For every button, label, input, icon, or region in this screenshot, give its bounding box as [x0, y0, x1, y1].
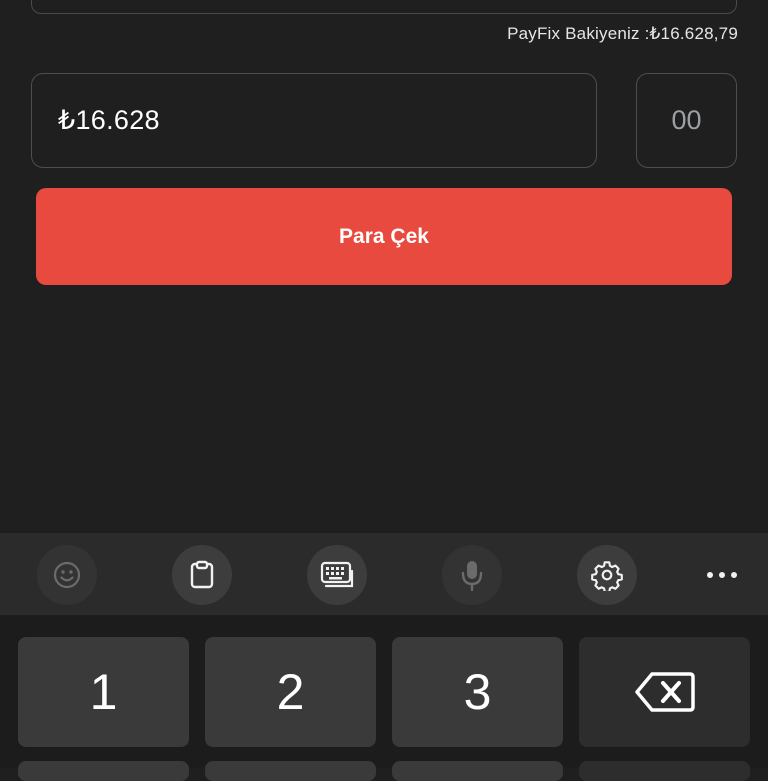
payfix-balance-label: PayFix Bakiyeniz :₺16.628,79 [507, 24, 738, 43]
key-row-2-partial[interactable] [392, 761, 563, 781]
keyboard-toolbar [0, 533, 768, 615]
key-row-2-partial[interactable] [579, 761, 750, 781]
cents-input[interactable]: 00 [636, 73, 737, 168]
numeric-keyboard: 1 2 3 [0, 615, 768, 781]
key-1[interactable]: 1 [18, 637, 189, 747]
emoji-icon[interactable] [37, 545, 97, 605]
key-row-2-partial[interactable] [205, 761, 376, 781]
withdraw-button[interactable]: Para Çek [36, 188, 732, 285]
backspace-icon [634, 672, 695, 712]
cents-value: 00 [671, 105, 702, 135]
more-icon[interactable] [692, 545, 752, 605]
key-row-2-partial[interactable] [18, 761, 189, 781]
amount-input[interactable]: ₺16.628 [31, 73, 597, 168]
amount-value: ₺16.628 [58, 105, 160, 135]
key-3[interactable]: 3 [392, 637, 563, 747]
microphone-icon[interactable] [442, 545, 502, 605]
key-2[interactable]: 2 [205, 637, 376, 747]
backspace-key[interactable] [579, 637, 750, 747]
keyboard-layout-icon[interactable] [307, 545, 367, 605]
clipboard-icon[interactable] [172, 545, 232, 605]
settings-icon[interactable] [577, 545, 637, 605]
previous-input-field[interactable] [31, 0, 737, 14]
